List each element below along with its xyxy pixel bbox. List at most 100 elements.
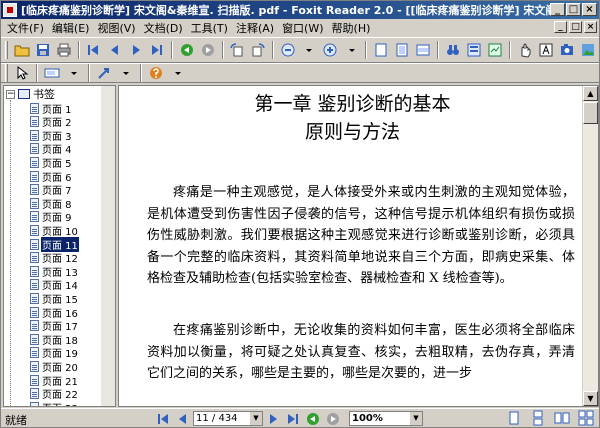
scroll-down-icon[interactable]: ▼ (583, 391, 598, 406)
bookmark-item[interactable]: 页面 3 (30, 129, 73, 143)
bookmark-item[interactable]: 页面 8 (30, 197, 73, 211)
bookmark-item[interactable]: 页面 2 (30, 116, 73, 129)
bookmark-item[interactable]: 页面 9 (30, 211, 73, 224)
open-folder-button[interactable] (12, 40, 31, 60)
bookmark-item[interactable]: 页面 4 (30, 143, 73, 156)
toolbar-grip[interactable] (5, 41, 8, 59)
rotate-right-button[interactable] (249, 40, 268, 60)
maximize-button[interactable]: □ (566, 3, 581, 16)
image-button[interactable] (579, 40, 598, 60)
sidebar-scrollbar[interactable] (101, 86, 115, 406)
status-forward-button[interactable] (324, 410, 342, 427)
app-icon[interactable] (3, 3, 17, 17)
bookmark-item[interactable]: 页面 20 (30, 360, 79, 374)
rotate-left-button[interactable] (228, 40, 247, 60)
snapshot-button[interactable] (557, 40, 576, 60)
document-scrollbar[interactable]: ▲ ▼ (582, 86, 598, 406)
chevron-down-icon[interactable]: ▼ (250, 412, 262, 425)
hand-tool-button[interactable] (515, 40, 534, 60)
title-bar[interactable]: [临床疼痛鉴别诊断学] 宋文阁&秦维宣. 扫描版. pdf - Foxit Re… (1, 1, 599, 19)
zoom-in-dropdown[interactable] (342, 40, 361, 60)
help-button[interactable] (146, 63, 166, 83)
back-button[interactable] (177, 40, 196, 60)
status-back-button[interactable] (304, 410, 322, 427)
save-button[interactable] (33, 40, 52, 60)
find-button[interactable] (443, 40, 462, 60)
zoom-in-button[interactable] (321, 40, 340, 60)
bookmark-item[interactable]: 页面 7 (30, 184, 73, 197)
bookmark-item[interactable]: 页面 16 (30, 306, 79, 320)
facing-pages-icon (554, 412, 570, 424)
status-last-page-button[interactable] (284, 410, 302, 427)
text-select-button[interactable] (536, 40, 555, 60)
document-view[interactable]: 第一章 鉴别诊断的基本 原则与方法 疼痛是一种主观感觉，是人体接受外来或内生刺激… (118, 85, 599, 407)
bookmarks-root[interactable]: − 书签 (6, 88, 55, 101)
scroll-thumb[interactable] (583, 102, 598, 124)
single-page-button[interactable] (464, 40, 483, 60)
status-next-page-button[interactable] (264, 410, 282, 427)
form-tool-dropdown[interactable] (64, 63, 84, 83)
menu-window[interactable]: 窗口(W) (280, 20, 329, 36)
bookmark-item[interactable]: 页面 17 (30, 320, 79, 333)
zoom-out-button[interactable] (278, 40, 297, 60)
bookmark-item[interactable]: 页面 1 (30, 102, 73, 116)
zoom-out-dropdown[interactable] (299, 40, 318, 60)
status-prev-page-button[interactable] (174, 410, 192, 427)
form-tool-button[interactable] (42, 63, 62, 83)
bookmark-item[interactable]: 页面 21 (30, 374, 79, 388)
actual-size-button[interactable] (371, 40, 390, 60)
bookmark-item[interactable]: 页面 19 (30, 347, 79, 360)
view-facing-button[interactable] (554, 410, 570, 426)
last-page-button[interactable] (148, 40, 167, 60)
forward-button[interactable] (198, 40, 217, 60)
arrow-tool-button[interactable] (94, 63, 114, 83)
printer-icon (57, 43, 71, 57)
view-continuous-button[interactable] (530, 410, 546, 426)
toolbar-grip[interactable] (5, 64, 8, 82)
fit-width-button[interactable] (414, 40, 433, 60)
zoom-field[interactable]: 100% ▼ (349, 411, 423, 426)
fit-page-button[interactable] (392, 40, 411, 60)
next-page-button[interactable] (126, 40, 145, 60)
continuous-page-button[interactable] (486, 40, 505, 60)
menu-tools[interactable]: 工具(T) (189, 20, 234, 36)
doc-minimize-button[interactable]: _ (554, 21, 567, 33)
bookmark-item[interactable]: 页面 13 (30, 265, 79, 279)
view-continuous-facing-button[interactable] (578, 410, 594, 426)
bookmark-item[interactable]: 页面 6 (30, 170, 73, 184)
prev-page-button[interactable] (105, 40, 124, 60)
bookmark-item[interactable]: 页面 22 (30, 388, 79, 401)
menu-file[interactable]: 文件(F) (5, 20, 50, 36)
bookmark-item[interactable]: 页面 11 (30, 236, 79, 252)
minimize-button[interactable]: _ (550, 3, 565, 16)
help-dropdown[interactable] (168, 63, 188, 83)
bookmark-item[interactable]: 页面 15 (30, 292, 79, 306)
continuous-page-icon (533, 410, 543, 426)
menu-edit[interactable]: 编辑(E) (50, 20, 96, 36)
page-number-field[interactable]: 11 / 434 ▼ (193, 411, 263, 426)
view-single-button[interactable] (506, 410, 522, 426)
menu-view[interactable]: 视图(V) (95, 20, 141, 36)
page-icon (30, 224, 39, 236)
doc-restore-button[interactable]: □ (569, 21, 582, 33)
close-button[interactable]: × (582, 3, 597, 16)
status-first-page-button[interactable] (154, 410, 172, 427)
menu-comments[interactable]: 注释(A) (234, 20, 280, 36)
doc-close-button[interactable]: × (584, 21, 597, 33)
bookmark-item[interactable]: 页面 5 (30, 156, 73, 170)
bookmark-item[interactable]: 页面 23 (30, 401, 79, 406)
menu-document[interactable]: 文档(D) (142, 20, 189, 36)
scroll-up-icon[interactable]: ▲ (583, 86, 598, 101)
bookmark-item[interactable]: 页面 18 (30, 333, 79, 347)
bookmark-item[interactable]: 页面 12 (30, 252, 79, 265)
bookmark-item[interactable]: 页面 10 (30, 224, 79, 238)
first-page-button[interactable] (84, 40, 103, 60)
next-page-icon (133, 45, 141, 55)
arrow-tool-dropdown[interactable] (116, 63, 136, 83)
menu-help[interactable]: 帮助(H) (330, 20, 377, 36)
print-button[interactable] (55, 40, 74, 60)
select-tool-button[interactable] (12, 63, 32, 83)
collapse-icon[interactable]: − (6, 89, 15, 99)
chevron-down-icon[interactable]: ▼ (410, 412, 422, 425)
bookmark-item[interactable]: 页面 14 (30, 279, 79, 292)
